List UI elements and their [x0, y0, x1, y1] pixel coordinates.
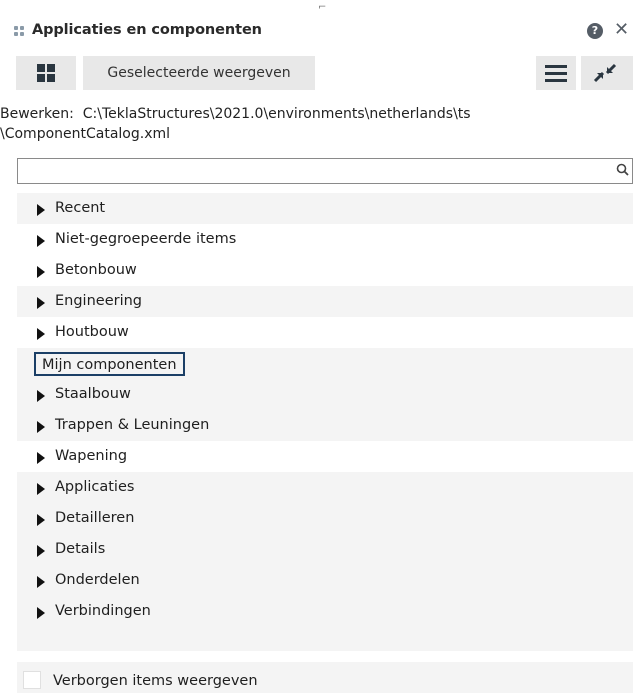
expand-arrow-icon[interactable] [37, 204, 45, 216]
tree-item[interactable]: Houtbouw [17, 317, 633, 348]
search-box[interactable] [17, 158, 633, 184]
tree-item-label: Houtbouw [55, 324, 129, 340]
panel-title: Applicaties en componenten [32, 22, 262, 38]
expand-arrow-icon[interactable] [37, 421, 45, 433]
collapse-button[interactable] [581, 56, 633, 90]
grid-view-button[interactable] [16, 56, 76, 90]
tree-item-label: Wapening [55, 448, 128, 464]
component-tree: Recent Niet-gegroepeerde items Betonbouw En… [17, 193, 633, 651]
show-hidden-label: Verborgen items weergeven [53, 673, 258, 689]
expand-arrow-icon[interactable] [37, 545, 45, 557]
tree-item[interactable]: Recent [17, 193, 633, 224]
menu-button[interactable] [536, 56, 576, 90]
edit-path-line-1: Bewerken: C:\TeklaStructures\2021.0\envi… [0, 106, 471, 122]
search-input[interactable] [22, 161, 606, 183]
tree-item-label: Trappen & Leuningen [55, 417, 210, 433]
tree-item-label: Betonbouw [55, 262, 137, 278]
expand-arrow-icon[interactable] [37, 514, 45, 526]
selected-item-outline[interactable]: Mijn componenten [34, 352, 185, 376]
tree-item-label: Verbindingen [55, 603, 151, 619]
tree-item[interactable]: Applicaties [17, 472, 633, 503]
show-hidden-items-option[interactable]: Verborgen items weergeven [17, 662, 633, 693]
expand-arrow-icon[interactable] [37, 483, 45, 495]
tree-item[interactable]: Onderdelen [17, 565, 633, 596]
expand-arrow-icon[interactable] [37, 297, 45, 309]
show-hidden-checkbox[interactable] [23, 671, 41, 689]
tree-item[interactable]: Staalbouw [17, 379, 633, 410]
tree-item-label: Engineering [55, 293, 142, 309]
tree-item-label: Niet-gegroepeerde items [55, 231, 237, 247]
tree-item[interactable]: Mijn componenten [17, 348, 633, 379]
close-icon[interactable]: ✕ [614, 19, 629, 40]
tree-item[interactable]: Wapening [17, 441, 633, 472]
show-selected-button[interactable]: Geselecteerde weergeven [83, 56, 315, 90]
expand-arrow-icon[interactable] [37, 452, 45, 464]
expand-arrow-icon[interactable] [37, 266, 45, 278]
tree-item[interactable]: Engineering [17, 286, 633, 317]
tree-item-label: Recent [55, 200, 106, 216]
drag-grip-icon[interactable] [14, 26, 26, 38]
tree-item-label: Mijn componenten [42, 357, 177, 373]
edit-file-path: Bewerken: C:\TeklaStructures\2021.0\envi… [0, 104, 633, 144]
tree-item[interactable]: Betonbouw [17, 255, 633, 286]
edit-path-line-2: \ComponentCatalog.xml [0, 126, 171, 142]
tree-item-label: Detailleren [55, 510, 135, 526]
tree-item[interactable]: Niet-gegroepeerde items [17, 224, 633, 255]
collapse-arrows-icon [593, 63, 617, 83]
help-icon[interactable]: ? [587, 23, 603, 39]
tree-item[interactable]: Verbindingen [17, 596, 633, 627]
expand-arrow-icon[interactable] [37, 576, 45, 588]
tree-item-label: Staalbouw [55, 386, 131, 402]
expand-arrow-icon[interactable] [37, 607, 45, 619]
tree-item-label: Details [55, 541, 106, 557]
expand-arrow-icon[interactable] [37, 390, 45, 402]
expand-arrow-icon[interactable] [37, 328, 45, 340]
tree-item-label: Onderdelen [55, 572, 140, 588]
search-icon[interactable] [616, 163, 630, 177]
tree-item-label: Applicaties [55, 479, 135, 495]
tree-item[interactable]: Details [17, 534, 633, 565]
tree-item[interactable]: Trappen & Leuningen [17, 410, 633, 441]
expand-arrow-icon[interactable] [37, 235, 45, 247]
tree-item[interactable]: Detailleren [17, 503, 633, 534]
